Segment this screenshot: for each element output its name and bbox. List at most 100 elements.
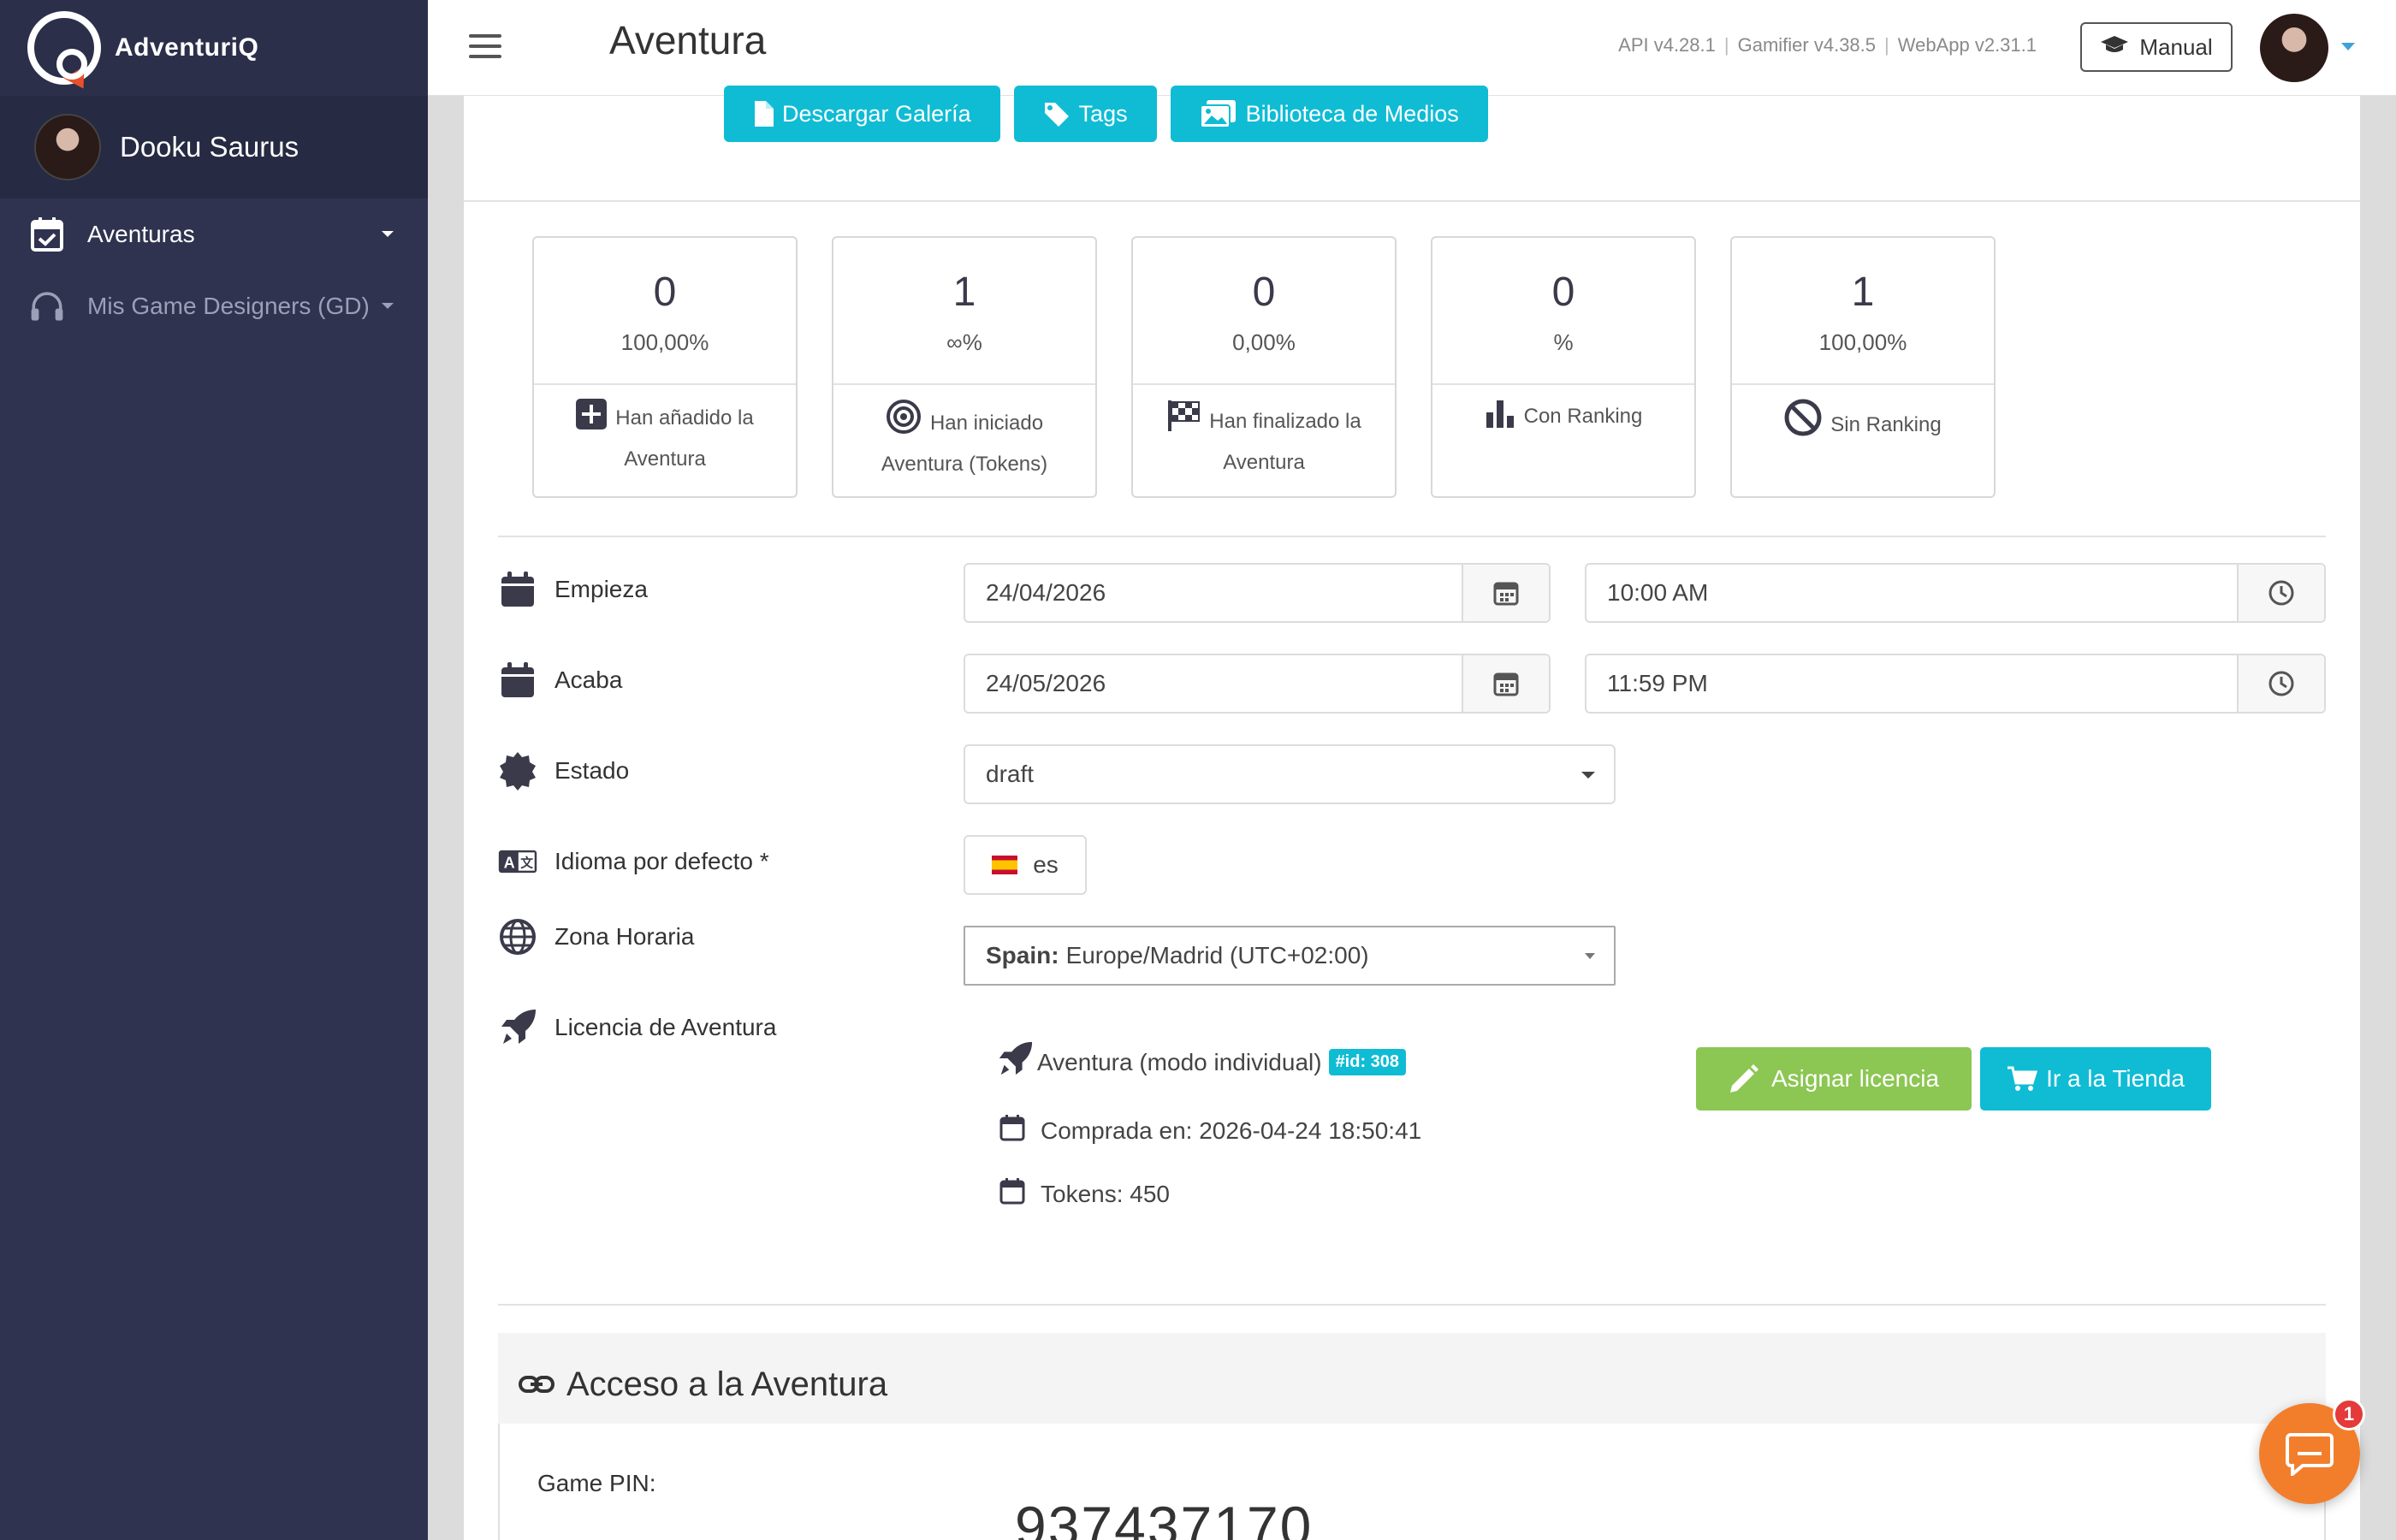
webapp-version: WebApp v2.31.1 — [1897, 34, 2037, 56]
spain-flag-icon — [992, 856, 1018, 874]
svg-text:A: A — [504, 854, 515, 871]
license-id-badge: #id: 308 — [1328, 1049, 1407, 1075]
license-purchased: Comprada en: 2026-04-24 18:50:41 — [999, 1114, 1421, 1147]
sidebar-item-label: Mis Game Designers (GD) — [87, 293, 370, 319]
graduation-cap-icon — [2100, 34, 2129, 61]
plus-square-icon — [576, 399, 608, 441]
calendar-check-icon — [29, 216, 65, 252]
api-version: API v4.28.1 — [1618, 34, 1716, 56]
end-time-input[interactable]: 11:59 PM — [1585, 654, 2326, 714]
language-select[interactable]: es — [964, 835, 1087, 895]
brand[interactable]: AdventuriQ — [0, 0, 428, 96]
stat-value: 0 — [1252, 270, 1276, 315]
label-text: Acaba — [555, 666, 623, 693]
go-to-shop-label: Ir a la Tienda — [2046, 1065, 2185, 1092]
translate-icon: A文 — [498, 842, 537, 881]
chevron-down-icon — [1581, 772, 1595, 779]
access-title: Acceso a la Aventura — [566, 1365, 888, 1403]
label-text: Zona Horaria — [555, 923, 695, 950]
badge-certificate-icon — [498, 751, 537, 791]
stat-value: 0 — [1551, 270, 1575, 315]
sidebar-item-aventuras[interactable]: Aventuras — [0, 198, 428, 270]
manual-button[interactable]: Manual — [2080, 22, 2233, 72]
bar-chart-icon — [1485, 399, 1515, 440]
access-panel-body — [498, 1424, 2326, 1540]
brand-name: AdventuriQ — [115, 33, 259, 62]
end-date-input[interactable]: 24/05/2026 — [964, 654, 1551, 714]
game-pin-label: Game PIN: — [537, 1470, 656, 1496]
start-time-input[interactable]: 10:00 AM — [1585, 563, 2326, 623]
start-label: Empieza — [498, 570, 648, 609]
stat-label: Con Ranking — [1523, 405, 1643, 428]
license-tokens: Tokens: 450 — [999, 1177, 1170, 1211]
access-panel-header[interactable]: Acceso a la Aventura — [498, 1333, 2326, 1436]
download-gallery-label: Descargar Galería — [782, 100, 971, 127]
chevron-down-icon — [1585, 953, 1595, 959]
globe-icon — [498, 917, 537, 957]
time-picker-button[interactable] — [2237, 565, 2324, 621]
label-text: Licencia de Aventura — [555, 1014, 777, 1040]
media-library-label: Biblioteca de Medios — [1245, 100, 1459, 127]
brand-logo-icon — [27, 11, 101, 95]
assign-license-button[interactable]: Asignar licencia — [1696, 1047, 1972, 1111]
calendar-icon — [498, 570, 537, 609]
end-date-value: 24/05/2026 — [986, 670, 1106, 696]
license-label: Licencia de Aventura — [498, 1008, 776, 1047]
stat-value: 1 — [952, 270, 976, 315]
stat-value: 0 — [653, 270, 677, 315]
chevron-down-icon[interactable] — [2341, 43, 2355, 50]
license-type-text: Aventura (modo individual) — [1037, 1048, 1322, 1075]
shopping-cart-icon — [2008, 1066, 2038, 1091]
timezone-select[interactable]: Spain: Europe/Madrid (UTC+02:00) — [964, 926, 1616, 986]
language-label: A文 Idioma por defecto * — [498, 842, 769, 881]
stat-no-ranking: 1 100,00% Sin Ranking — [1730, 236, 1996, 498]
ban-icon — [1784, 399, 1822, 448]
headphones-icon — [29, 288, 65, 324]
pencil-icon — [1729, 1064, 1758, 1093]
sidebar-item-game-designers[interactable]: Mis Game Designers (GD) — [0, 270, 428, 342]
action-buttons: Descargar Galería Tags Biblioteca de Med… — [724, 86, 1488, 142]
rocket-icon — [498, 1008, 537, 1047]
time-picker-button[interactable] — [2237, 655, 2324, 712]
tags-label: Tags — [1078, 100, 1128, 127]
stats-row: 0 100,00% Han añadido la Aventura 1 ∞% Han… — [532, 236, 1996, 498]
stat-percent: ∞% — [946, 329, 982, 355]
calendar-icon — [999, 1114, 1025, 1147]
divider — [464, 200, 2360, 202]
stat-percent: 100,00% — [620, 329, 709, 355]
chevron-down-icon — [382, 231, 394, 237]
user-avatar[interactable] — [2260, 14, 2328, 82]
timezone-country: Spain: — [986, 942, 1059, 968]
timezone-label: Zona Horaria — [498, 917, 694, 957]
chat-icon — [2286, 1433, 2334, 1476]
license-type: Aventura (modo individual) #id: 308 — [996, 1040, 1407, 1084]
stat-finished: 0 0,00% Han finalizado la Aventura — [1131, 236, 1397, 498]
rocket-icon — [996, 1040, 1034, 1084]
download-gallery-button[interactable]: Descargar Galería — [724, 86, 1000, 142]
stat-percent: 100,00% — [1818, 329, 1907, 355]
calendar-picker-button[interactable] — [1462, 565, 1549, 621]
clock-icon — [2268, 671, 2294, 696]
chat-notification-badge: 1 — [2333, 1398, 2365, 1430]
calendar-picker-button[interactable] — [1462, 655, 1549, 712]
status-label: Estado — [498, 751, 629, 791]
start-date-input[interactable]: 24/04/2026 — [964, 563, 1551, 623]
stat-ranking: 0% Con Ranking — [1431, 236, 1696, 498]
game-pin-value: 937437170 — [1015, 1495, 1314, 1540]
clock-icon — [2268, 580, 2294, 606]
go-to-shop-button[interactable]: Ir a la Tienda — [1980, 1047, 2211, 1111]
status-select[interactable]: draft — [964, 744, 1616, 804]
calendar-icon — [1493, 672, 1519, 696]
sidebar-user[interactable]: Dooku Saurus — [0, 96, 428, 198]
checkered-flag-icon — [1166, 399, 1201, 445]
calendar-icon — [498, 660, 537, 700]
start-date-value: 24/04/2026 — [986, 579, 1106, 606]
menu-toggle-icon[interactable] — [469, 34, 501, 60]
license-purchased-text: Comprada en: 2026-04-24 18:50:41 — [1041, 1116, 1422, 1144]
top-bar: Aventura API v4.28.1 | Gamifier v4.38.5 | We… — [428, 0, 2396, 96]
user-name: Dooku Saurus — [120, 131, 300, 163]
avatar — [34, 114, 101, 181]
media-library-button[interactable]: Biblioteca de Medios — [1170, 86, 1488, 142]
stat-added: 0 100,00% Han añadido la Aventura — [532, 236, 798, 498]
tags-button[interactable]: Tags — [1013, 86, 1157, 142]
